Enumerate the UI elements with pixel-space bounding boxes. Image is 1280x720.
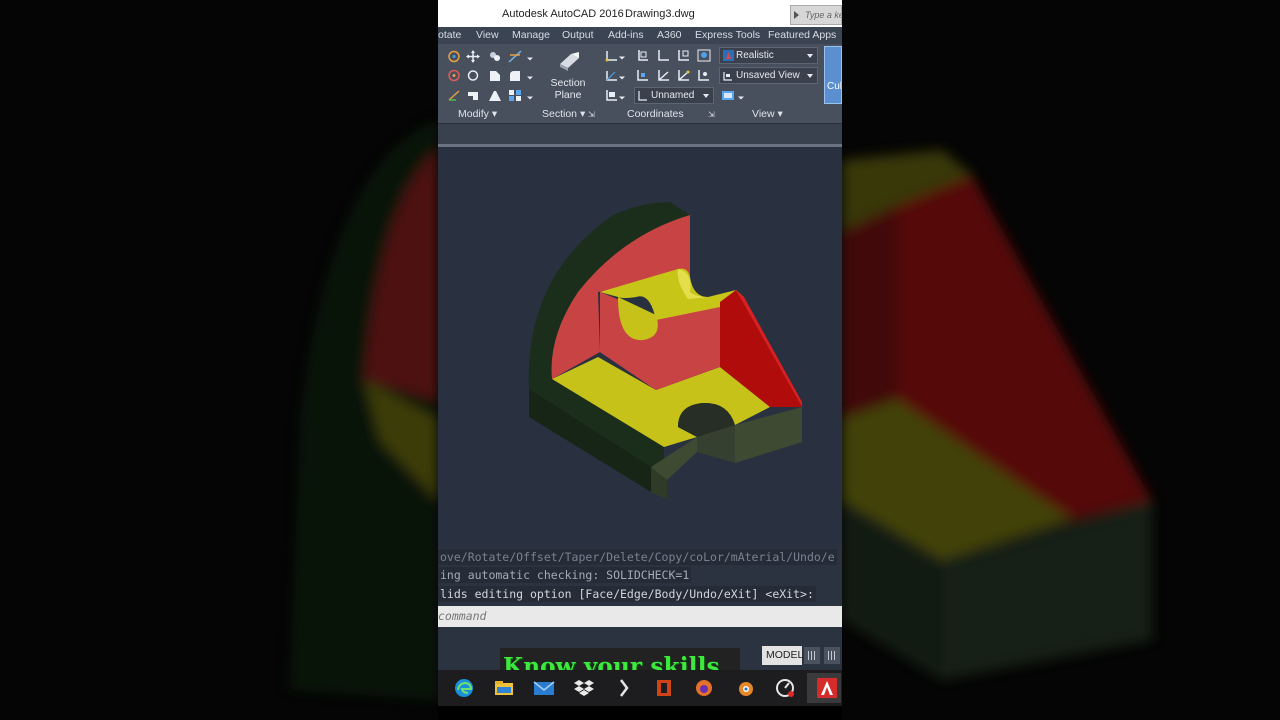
command-history: ove/Rotate/Offset/Taper/Delete/Copy/coLo… (438, 547, 842, 605)
rotate-icon[interactable] (466, 69, 480, 82)
tab-manage[interactable]: Manage (512, 29, 550, 41)
ucs-world-icon[interactable] (636, 49, 650, 62)
modify-dropdown-3-icon[interactable] (527, 91, 533, 104)
ucs-origin-icon[interactable] (605, 69, 619, 82)
document-title: Drawing3.dwg (625, 8, 695, 20)
terminal-icon[interactable] (613, 678, 635, 698)
section-plane-button[interactable]: Section Plane (546, 77, 590, 101)
ucs-x-icon[interactable] (657, 49, 671, 62)
3d-model (528, 202, 802, 499)
clock-icon[interactable] (774, 678, 796, 698)
search-expand-icon[interactable] (794, 11, 799, 19)
app-title: Autodesk AutoCAD 2016 (502, 8, 624, 20)
tab-featured-apps[interactable]: Featured Apps (768, 29, 836, 41)
modify-panel-title[interactable]: Modify ▾ (458, 108, 497, 124)
section-plane-icon[interactable] (557, 50, 581, 72)
named-view-icon (723, 72, 732, 81)
chevron-down-icon (703, 94, 709, 98)
command-history-line-3: lids editing option [Face/Edge/Body/Undo… (438, 586, 816, 602)
modify-dropdown-2-icon[interactable] (527, 71, 533, 84)
ribbon: Modify ▾ Section Plane Section ▾ ⇲ Unnam… (438, 44, 842, 124)
chevron-down-icon (807, 74, 813, 78)
ucs-z-icon[interactable] (697, 49, 711, 62)
ucs-y-icon[interactable] (677, 49, 691, 62)
ucs-dropdown-icon[interactable] (619, 51, 625, 64)
3d-move-icon[interactable] (447, 50, 461, 63)
screen: Autodesk AutoCAD 2016 Drawing3.dwg Type … (0, 0, 1280, 720)
culling-label: Cull (827, 81, 842, 92)
ucs-name-dropdown[interactable]: Unnamed (634, 87, 714, 104)
tab-rotate[interactable]: otate (438, 29, 461, 41)
ucs-origin-dropdown-icon[interactable] (619, 71, 625, 84)
blurred-background-right (842, 0, 1280, 720)
coordinates-launcher-icon[interactable]: ⇲ (708, 110, 715, 119)
file-tab-strip (438, 124, 842, 144)
ribbon-tab-bar: otate View Manage Output Add-ins A360 Ex… (438, 27, 842, 44)
viewport-config-icon[interactable] (721, 89, 735, 102)
command-placeholder: command (438, 609, 487, 623)
ucs-named-dropdown-icon[interactable] (619, 91, 625, 104)
autocad-window: Autodesk AutoCAD 2016 Drawing3.dwg Type … (438, 0, 842, 720)
ucs-icon[interactable] (605, 49, 619, 62)
ucs-small-icon (638, 91, 647, 101)
drawing-viewport[interactable] (438, 147, 842, 547)
dropbox-icon[interactable] (573, 678, 595, 698)
title-bar: Autodesk AutoCAD 2016 Drawing3.dwg Type … (438, 0, 842, 27)
model-space-button[interactable]: MODEL (762, 646, 803, 665)
ucs-view-icon[interactable] (657, 69, 671, 82)
office-icon[interactable] (653, 678, 675, 698)
visual-style-dropdown[interactable]: Realistic (719, 47, 818, 64)
section-plane-label-2: Plane (554, 89, 582, 101)
grid-array-icon[interactable] (508, 89, 522, 102)
command-history-line-2: ing automatic checking: SOLIDCHECK=1 (438, 567, 692, 583)
command-history-line-1: ove/Rotate/Offset/Taper/Delete/Copy/coLo… (438, 549, 837, 565)
coordinates-panel-title[interactable]: Coordinates (627, 108, 684, 124)
visual-style-value: Realistic (736, 50, 774, 61)
ucs-named-icon[interactable] (605, 89, 619, 102)
mail-icon[interactable] (533, 678, 555, 698)
windows-taskbar (438, 670, 842, 706)
copy-icon[interactable] (488, 50, 502, 63)
autocad-icon[interactable] (816, 678, 838, 698)
command-input[interactable]: command (438, 606, 842, 627)
section-plane-label-1: Section (550, 77, 586, 89)
move-icon[interactable] (466, 50, 480, 63)
tab-output[interactable]: Output (562, 29, 594, 41)
tab-express-tools[interactable]: Express Tools (695, 29, 760, 41)
search-box[interactable]: Type a ke (790, 5, 842, 25)
ucs-object-icon[interactable] (677, 69, 691, 82)
named-view-dropdown[interactable]: Unsaved View (719, 67, 818, 84)
align-icon[interactable] (447, 89, 461, 102)
view-panel-title[interactable]: View ▾ (752, 108, 783, 124)
modify-dropdown-1-icon[interactable] (527, 52, 533, 65)
section-panel-title[interactable]: Section ▾ ⇲ (542, 108, 595, 124)
file-explorer-icon[interactable] (493, 678, 515, 698)
array-icon[interactable] (488, 89, 502, 102)
tab-a360[interactable]: A360 (657, 29, 682, 41)
grid-display-icon[interactable] (804, 647, 820, 664)
bottom-letterbox (438, 706, 842, 720)
snap-mode-icon[interactable] (824, 647, 840, 664)
blender-icon[interactable] (734, 678, 756, 698)
tab-view[interactable]: View (476, 29, 499, 41)
culling-button[interactable]: Cull (824, 46, 842, 104)
ucs-face-icon[interactable] (636, 69, 650, 82)
mirror-icon[interactable] (488, 69, 502, 82)
visual-style-icon (723, 50, 734, 61)
named-view-value: Unsaved View (736, 70, 800, 81)
3d-rotate-icon[interactable] (447, 69, 461, 82)
ucs-3point-icon[interactable] (697, 69, 711, 82)
edge-icon[interactable] (453, 678, 475, 698)
blurred-background-left (0, 0, 438, 720)
tab-add-ins[interactable]: Add-ins (608, 29, 644, 41)
chevron-down-icon (807, 54, 813, 58)
firefox-icon[interactable] (693, 678, 715, 698)
search-placeholder: Type a ke (805, 10, 842, 20)
trim-icon[interactable] (508, 50, 522, 63)
fillet-icon[interactable] (508, 69, 522, 82)
ucs-name-value: Unnamed (651, 90, 695, 101)
viewport-dropdown-icon[interactable] (738, 91, 744, 104)
scale-icon[interactable] (466, 89, 480, 102)
